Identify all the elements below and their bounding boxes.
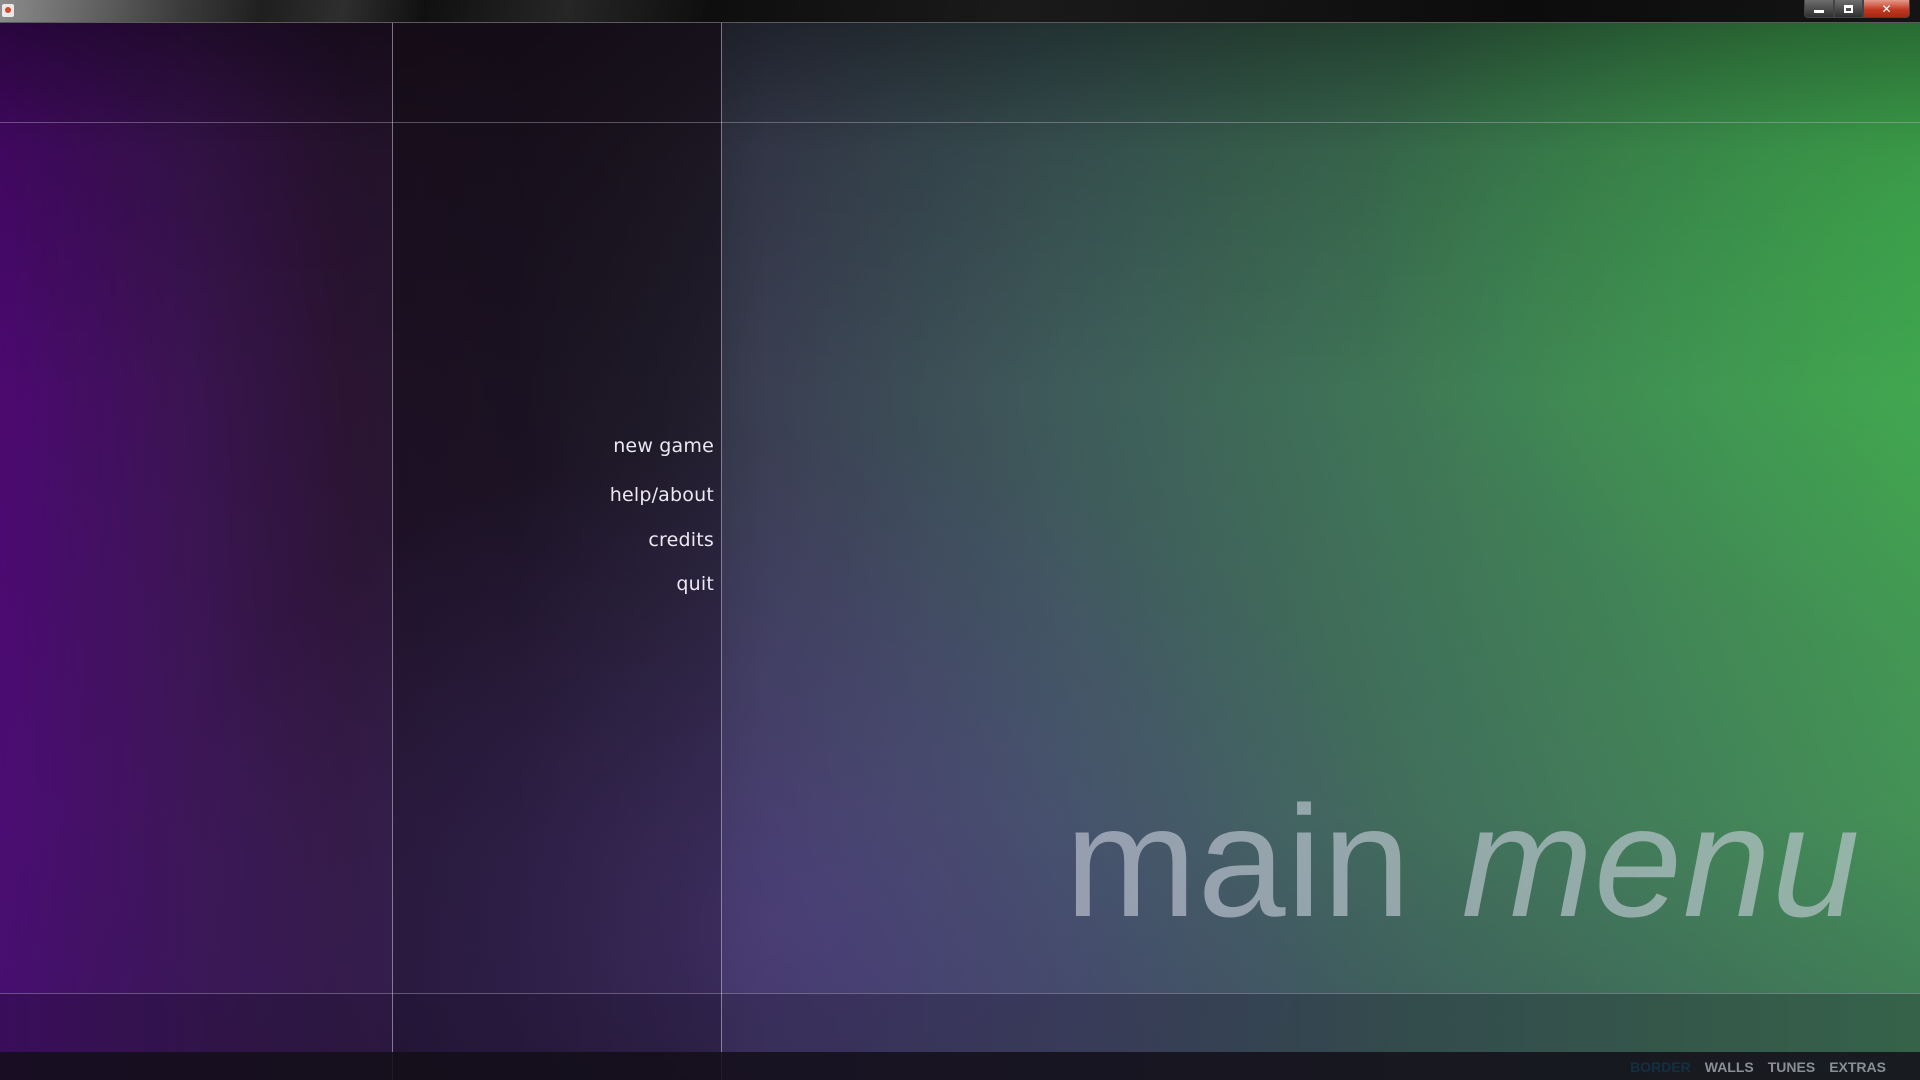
window-controls: ✕ bbox=[1804, 0, 1910, 19]
menu-item-help-about[interactable]: help/about bbox=[610, 484, 714, 506]
tab-tunes[interactable]: TUNES bbox=[1768, 1059, 1815, 1075]
page-title-main: main bbox=[1065, 774, 1412, 950]
minimize-button[interactable] bbox=[1804, 0, 1834, 18]
tab-extras[interactable]: EXTRAS bbox=[1829, 1059, 1886, 1075]
game-canvas: new game help/about credits quit main men… bbox=[0, 23, 1920, 1080]
close-button[interactable]: ✕ bbox=[1863, 0, 1910, 18]
grid-line-vertical-1 bbox=[392, 23, 393, 1080]
grid-line-horizontal-top bbox=[0, 122, 1920, 123]
menu-column-panel bbox=[392, 23, 722, 1080]
tab-walls[interactable]: WALLS bbox=[1705, 1059, 1754, 1075]
menu-item-new-game[interactable]: new game bbox=[613, 435, 714, 457]
minimize-icon bbox=[1814, 10, 1824, 13]
page-title-menu: menu bbox=[1461, 774, 1861, 950]
close-icon: ✕ bbox=[1881, 1, 1892, 16]
maximize-icon bbox=[1844, 4, 1853, 13]
window-title-bar[interactable]: ✕ bbox=[0, 0, 1920, 23]
tab-border[interactable]: BORDER bbox=[1630, 1059, 1691, 1075]
bottom-band bbox=[0, 993, 1920, 1052]
maximize-button[interactable] bbox=[1834, 0, 1863, 18]
grid-line-vertical-2 bbox=[721, 23, 722, 1080]
menu-item-credits[interactable]: credits bbox=[648, 529, 714, 551]
java-app-icon[interactable] bbox=[2, 4, 14, 17]
grid-line-horizontal-bottom bbox=[0, 993, 1920, 994]
bottom-tab-bar: BORDER WALLS TUNES EXTRAS bbox=[1630, 1059, 1886, 1075]
menu-item-quit[interactable]: quit bbox=[676, 573, 714, 595]
page-title: main menu bbox=[1065, 783, 1861, 941]
